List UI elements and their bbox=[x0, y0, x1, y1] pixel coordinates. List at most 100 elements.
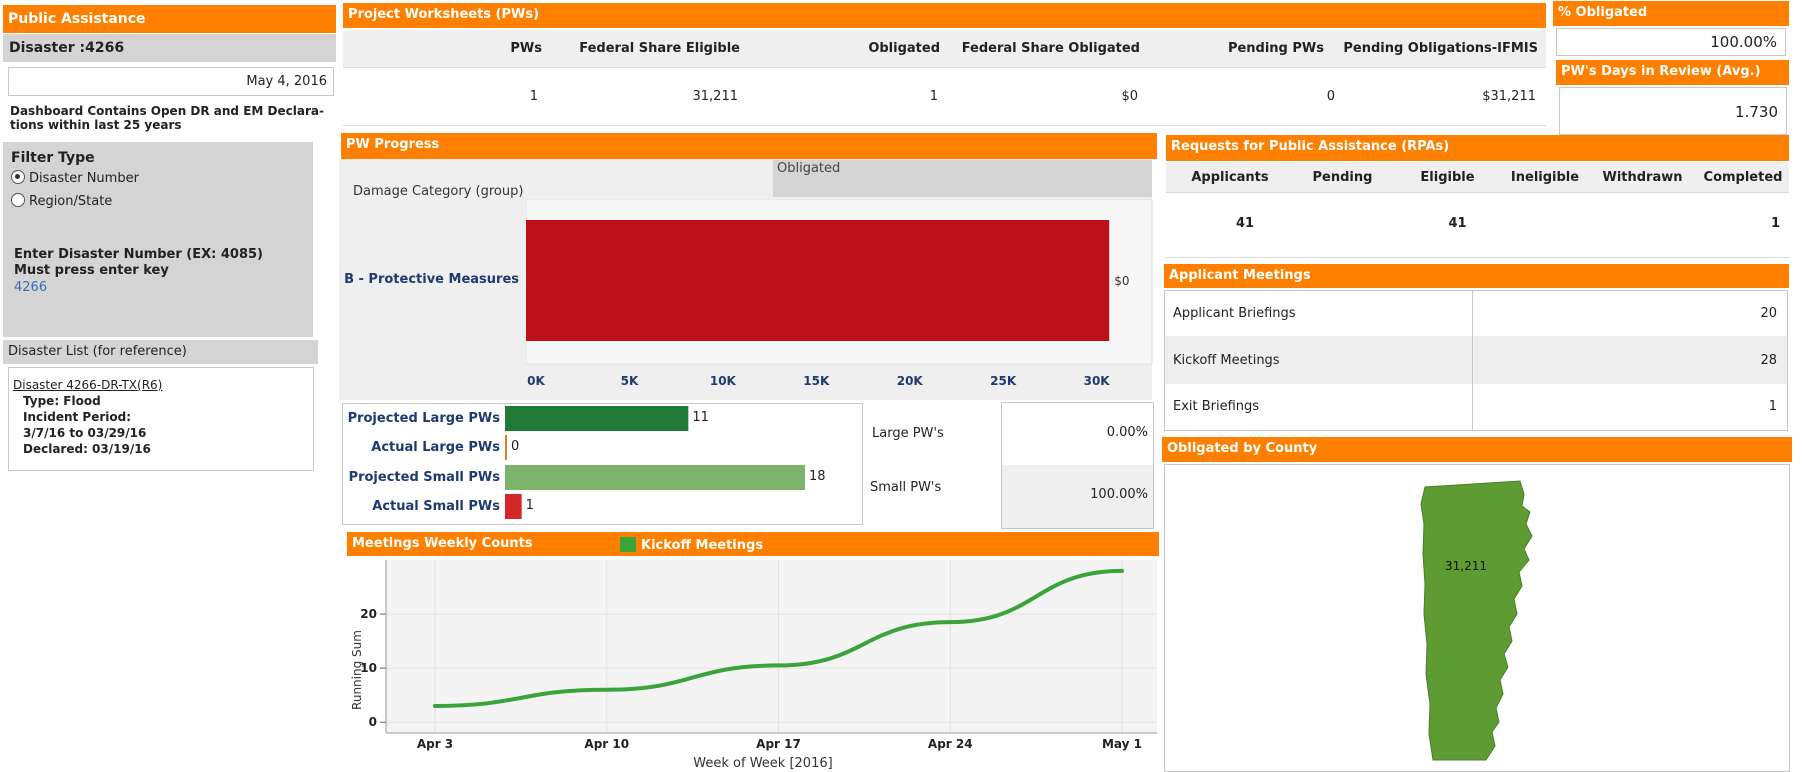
obligated-column-header: Obligated bbox=[773, 160, 1152, 197]
pw-progress-tick-label: 10K bbox=[710, 374, 737, 388]
large-pws-pct: 0.00% bbox=[1106, 425, 1148, 440]
disaster-link[interactable]: Disaster 4266-DR-TX(R6) bbox=[13, 378, 162, 392]
applicant-meetings-divider bbox=[1472, 291, 1473, 430]
applicant-meeting-value: 1 bbox=[1768, 399, 1777, 414]
pw-progress-chart: $0 0K 5K 10K 15K 20K 25K 30K bbox=[526, 199, 1153, 388]
rpa-col-header: Eligible bbox=[1420, 170, 1475, 185]
sidebar-title: Public Assistance bbox=[3, 5, 336, 33]
protective-measures-bar-label: $0 bbox=[1114, 274, 1129, 288]
days-review-header: PW's Days in Review (Avg.) bbox=[1556, 60, 1789, 85]
pw-count-bar[interactable] bbox=[505, 494, 522, 519]
pw-progress-tick-label: 5K bbox=[621, 374, 639, 388]
days-review-value: 1.730 bbox=[1559, 87, 1787, 135]
pws-value: 1 bbox=[929, 89, 938, 104]
filter-option-disaster-number[interactable]: Disaster Number bbox=[11, 170, 139, 186]
pw-count-value: 0 bbox=[511, 439, 519, 454]
radio-selected-icon bbox=[11, 170, 25, 184]
kickoff-legend-label: Kickoff Meetings bbox=[641, 538, 764, 553]
pw-count-label: Projected Large PWs bbox=[347, 411, 500, 426]
pw-count-value: 1 bbox=[526, 498, 534, 513]
pct-obligated-value: 100.00% bbox=[1556, 28, 1786, 56]
county-header: Obligated by County bbox=[1162, 437, 1792, 462]
meetings-x-tick-label: Apr 17 bbox=[756, 737, 801, 751]
disaster-number-input[interactable]: 4266 bbox=[14, 280, 214, 295]
rpa-col-header: Pending bbox=[1312, 170, 1373, 185]
rpa-value: 41 bbox=[1235, 216, 1255, 231]
pct-obligated-header: % Obligated bbox=[1553, 1, 1789, 26]
date-display: May 4, 2016 bbox=[8, 67, 334, 96]
small-pws-label: Small PW's bbox=[870, 480, 942, 495]
pw-progress-tick-label: 15K bbox=[803, 374, 830, 388]
rpa-value: 1 bbox=[1770, 216, 1780, 231]
filter-option-region-state[interactable]: Region/State bbox=[11, 193, 112, 209]
meetings-line-chart: Apr 3 Apr 10 Apr 17 Apr 24 May 101020 Runnin… bbox=[350, 560, 1157, 771]
pw-count-label: Projected Small PWs bbox=[348, 470, 500, 485]
meetings-plot-area bbox=[386, 560, 1157, 733]
pw-progress-tick-label: 30K bbox=[1084, 374, 1111, 388]
meetings-x-tick-label: Apr 24 bbox=[928, 737, 973, 751]
pws-value: 0 bbox=[1326, 89, 1335, 104]
small-pws-pct: 100.00% bbox=[1090, 487, 1148, 502]
disaster-type: Type: Flood bbox=[23, 394, 101, 408]
rpa-col-header: Completed bbox=[1703, 170, 1783, 185]
meetings-x-tick-label: Apr 3 bbox=[417, 737, 453, 751]
disaster-list-header: Disaster List (for reference) bbox=[3, 340, 318, 364]
pw-progress-tick-label: 25K bbox=[990, 374, 1017, 388]
pws-col-header: Pending PWs bbox=[1227, 41, 1324, 56]
county-shape[interactable] bbox=[1420, 480, 1533, 761]
incident-period-label: Incident Period: bbox=[23, 410, 132, 424]
pws-value: 31,211 bbox=[692, 89, 739, 104]
county-map: 31,211 bbox=[1420, 480, 1533, 761]
disaster-heading: Disaster :4266 bbox=[3, 34, 336, 62]
meetings-y-tick-label: 20 bbox=[360, 607, 377, 621]
category-label: B - Protective Measures bbox=[344, 272, 519, 287]
pw-count-bar[interactable] bbox=[505, 406, 689, 431]
pw-counts-chart: 11 0 18 1 bbox=[505, 406, 826, 519]
pw-progress-tick-label: 20K bbox=[897, 374, 924, 388]
damage-category-header: Damage Category (group) bbox=[353, 184, 524, 199]
pw-count-bar[interactable] bbox=[505, 465, 805, 490]
rpa-header: Requests for Public Assistance (RPAs) bbox=[1166, 135, 1789, 161]
meetings-y-axis-label: Running Sum bbox=[350, 630, 364, 710]
applicant-meeting-label: Kickoff Meetings bbox=[1173, 353, 1280, 368]
applicant-meeting-label: Applicant Briefings bbox=[1173, 306, 1296, 321]
applicant-meetings-table: Applicant Briefings 20 Kickoff Meetings … bbox=[1164, 290, 1788, 431]
pws-col-header: Federal Share Obligated bbox=[961, 41, 1140, 56]
applicant-meeting-value: 28 bbox=[1760, 353, 1777, 368]
pws-col-header: PWs bbox=[510, 41, 542, 56]
declared-date: Declared: 03/19/16 bbox=[23, 442, 151, 456]
incident-period-range: 3/7/16 to 03/29/16 bbox=[23, 426, 147, 440]
meetings-x-tick-label: May 1 bbox=[1102, 737, 1142, 751]
protective-measures-bar[interactable] bbox=[526, 220, 1110, 341]
pw-progress-header: PW Progress bbox=[341, 133, 1157, 159]
dashboard-description: Dashboard Contains Open DR and EM Declar… bbox=[10, 104, 324, 132]
filter-panel: Filter Type Disaster Number Region/State… bbox=[3, 142, 313, 337]
pw-progress-tick-label: 0K bbox=[527, 374, 545, 388]
rpa-value: 41 bbox=[1448, 216, 1467, 231]
applicant-meetings-header: Applicant Meetings bbox=[1164, 264, 1789, 288]
applicant-meeting-value: 20 bbox=[1760, 306, 1777, 321]
pw-count-label: Actual Large PWs bbox=[371, 440, 500, 455]
pw-count-value: 11 bbox=[692, 410, 709, 425]
filter-option-label: Region/State bbox=[29, 194, 113, 209]
pw-count-value: 18 bbox=[809, 469, 826, 484]
enter-key-hint: Must press enter key bbox=[14, 263, 169, 278]
radio-unselected-icon bbox=[11, 193, 25, 207]
meetings-chart-title: Meetings Weekly Counts bbox=[352, 536, 533, 551]
meetings-x-axis-label: Week of Week [2016] bbox=[693, 756, 832, 771]
pws-value: $31,211 bbox=[1482, 89, 1536, 104]
pws-col-header: Pending Obligations-IFMIS bbox=[1343, 41, 1538, 56]
pws-header: Project Worksheets (PWs) bbox=[343, 3, 1546, 28]
pws-col-header: Federal Share Eligible bbox=[579, 41, 740, 56]
pws-col-header: Obligated bbox=[868, 41, 940, 56]
pw-count-bar[interactable] bbox=[505, 435, 507, 460]
meetings-x-tick-label: Apr 10 bbox=[584, 737, 629, 751]
rpa-col-header: Withdrawn bbox=[1602, 170, 1683, 185]
meetings-y-tick-label: 0 bbox=[369, 715, 377, 729]
county-value-label: 31,211 bbox=[1445, 559, 1487, 573]
applicant-meeting-label: Exit Briefings bbox=[1173, 399, 1260, 414]
large-pws-label: Large PW's bbox=[872, 426, 944, 441]
filter-type-title: Filter Type bbox=[11, 150, 95, 166]
disaster-list: Disaster 4266-DR-TX(R6) Type: Flood Inci… bbox=[8, 367, 314, 471]
filter-option-label: Disaster Number bbox=[29, 171, 139, 186]
